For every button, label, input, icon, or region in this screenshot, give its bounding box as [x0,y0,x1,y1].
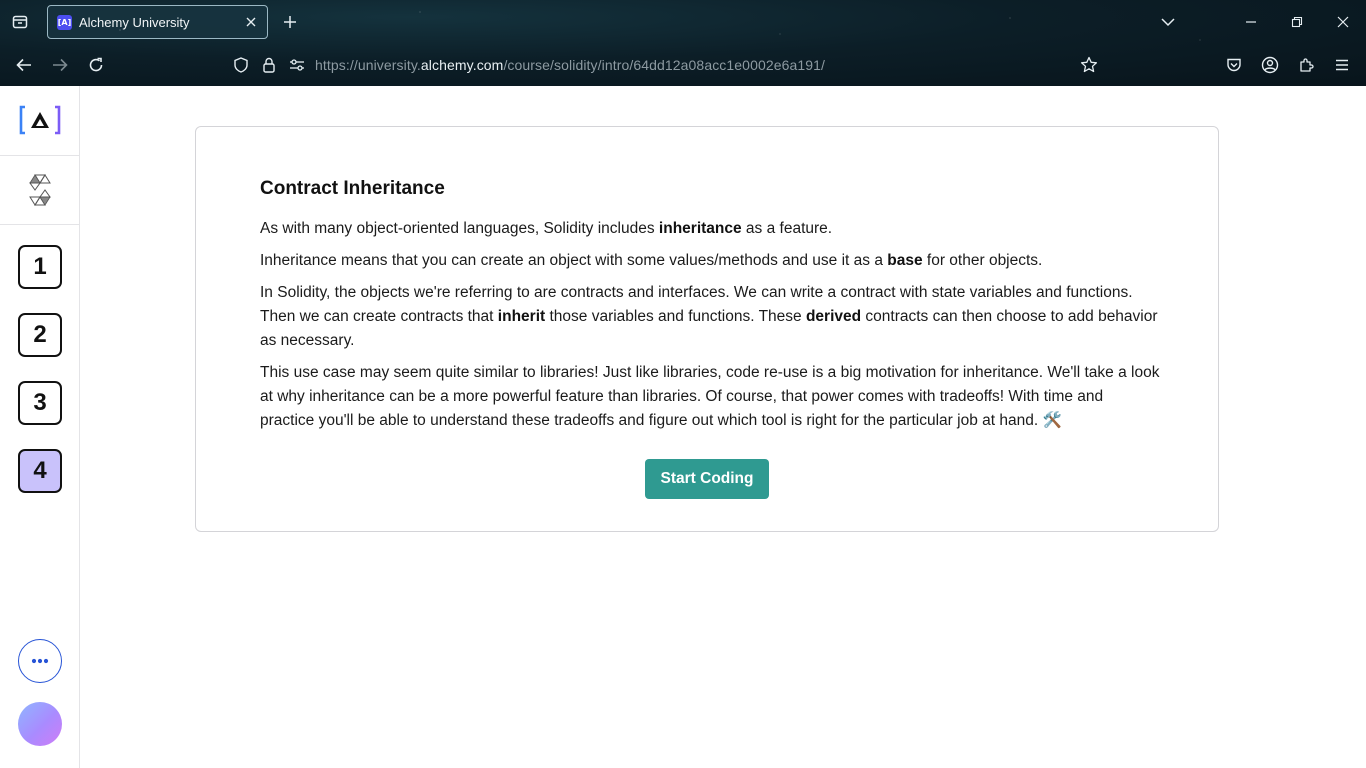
lesson-paragraph: As with many object-oriented languages, … [260,217,1160,241]
bold-term: derived [805,308,862,325]
address-bar-url[interactable]: https://university.alchemy.com/course/so… [315,57,825,73]
user-avatar[interactable] [18,702,62,746]
url-path: /course/solidity/intro/64dd12a08acc1e000… [503,57,826,73]
url-prefix: https://university. [315,57,421,73]
account-icon[interactable] [1259,54,1281,76]
tab-title: Alchemy University [79,14,190,30]
lesson-body: As with many object-oriented languages, … [260,217,1160,441]
browser-tab-active[interactable]: [A] Alchemy University [47,5,268,39]
text-span: Inheritance means that you can create an… [260,252,888,269]
plus-icon[interactable] [279,11,301,33]
bold-term: inherit [497,308,546,325]
minimize-icon[interactable] [1240,11,1262,33]
more-options-button[interactable] [18,639,62,683]
shield-icon[interactable] [230,54,252,76]
close-window-icon[interactable] [1332,11,1354,33]
step-label: 4 [33,457,47,484]
course-sidebar: 1 2 3 4 [0,86,80,768]
pocket-icon[interactable] [1223,54,1245,76]
solidity-logo-icon[interactable] [28,174,52,206]
back-icon[interactable] [13,54,35,76]
star-icon[interactable] [1078,54,1100,76]
step-label: 3 [33,389,47,416]
sidebar-divider [0,155,79,156]
menu-icon[interactable] [1331,54,1353,76]
url-domain: alchemy.com [420,57,504,73]
step-2-button[interactable]: 2 [18,313,62,357]
favicon-text: [A] [57,17,72,27]
ellipsis-icon [31,658,49,664]
text-span: This use case may seem quite similar to … [260,364,1160,429]
step-4-button[interactable]: 4 [18,449,62,493]
tab-list-icon[interactable] [8,10,32,34]
browser-chrome: [A] Alchemy University https://universit… [0,0,1366,86]
lesson-paragraph: This use case may seem quite similar to … [260,361,1160,433]
close-icon[interactable] [240,11,262,33]
restore-icon[interactable] [1286,11,1308,33]
bold-term: inheritance [658,220,742,237]
sidebar-divider [0,224,79,225]
lesson-paragraph: In Solidity, the objects we're referring… [260,281,1160,353]
text-span: those variables and functions. These [545,308,806,325]
bold-term: base [887,252,923,269]
chevron-down-icon[interactable] [1157,11,1179,33]
step-label: 2 [33,321,47,348]
step-label: 1 [33,253,47,280]
permissions-icon[interactable] [286,54,308,76]
tab-bar: [A] Alchemy University [0,0,1366,44]
alchemy-favicon-icon: [A] [57,14,72,30]
alchemy-logo-icon[interactable] [19,105,61,135]
text-span: as a feature. [741,220,833,237]
reload-icon[interactable] [85,54,107,76]
step-3-button[interactable]: 3 [18,381,62,425]
lock-icon[interactable] [258,54,280,76]
lesson-card: Contract Inheritance As with many object… [195,126,1219,532]
lesson-title: Contract Inheritance [260,178,445,199]
extensions-icon[interactable] [1295,54,1317,76]
tools-emoji-icon: 🛠️ [1042,412,1062,429]
start-coding-button[interactable]: Start Coding [645,459,769,499]
text-span: for other objects. [922,252,1043,269]
lesson-paragraph: Inheritance means that you can create an… [260,249,1160,273]
step-1-button[interactable]: 1 [18,245,62,289]
forward-icon[interactable] [49,54,71,76]
text-span: As with many object-oriented languages, … [260,220,659,237]
